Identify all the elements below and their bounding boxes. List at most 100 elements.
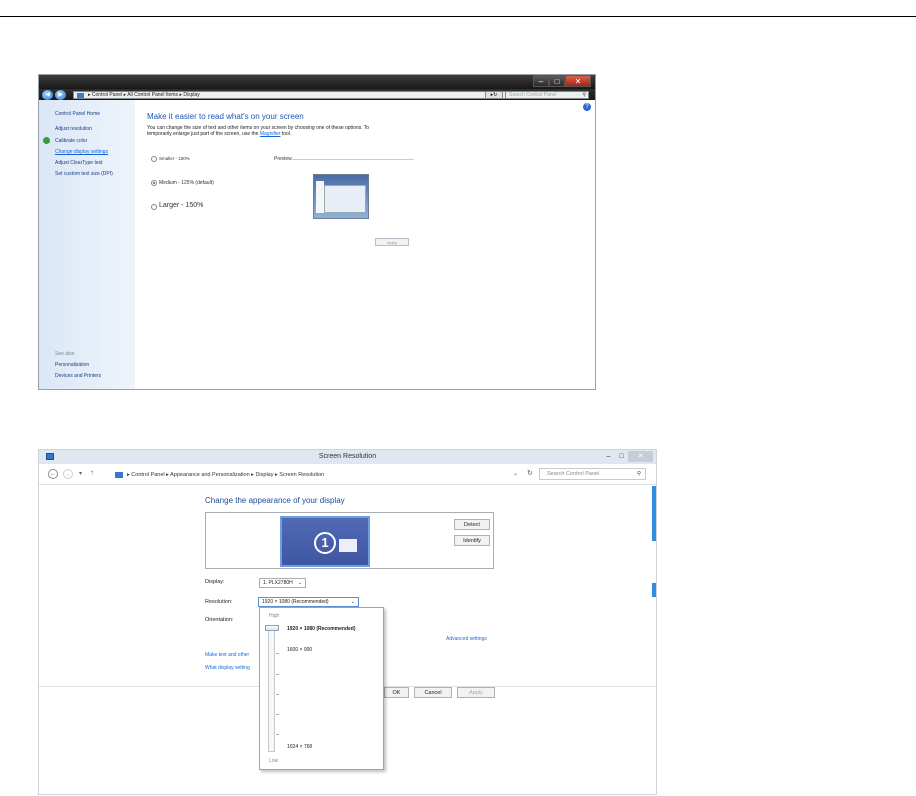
description-text-end: tool. (280, 131, 292, 137)
search-placeholder: Search Control Panel (547, 471, 600, 477)
window-controls: – □ ✕ (602, 450, 653, 462)
apply-button[interactable]: Apply (457, 687, 495, 698)
up-arrow-icon[interactable]: ↑ (90, 468, 94, 477)
sidebar-item-custom-text-size[interactable]: Set custom text size (DPI) (55, 171, 113, 177)
refresh-icon[interactable]: ↻ (527, 469, 533, 477)
main-content: ? Make it easier to read what's on your … (135, 100, 595, 389)
display-value: 1. PLX2780H (263, 580, 293, 586)
minimize-button[interactable]: – (533, 75, 549, 87)
right-edge-highlight (652, 486, 656, 541)
magnifier-link[interactable]: Magnifier (260, 131, 281, 137)
address-bar[interactable]: ▸ Control Panel ▸ All Control Panel Item… (73, 91, 521, 99)
advanced-settings-link[interactable]: Advanced settings (446, 636, 487, 642)
resolution-label: Resolution: (205, 599, 233, 605)
breadcrumb[interactable]: ▸ Control Panel ▸ Appearance and Persona… (115, 470, 524, 480)
forward-arrow-icon[interactable]: ▶ (55, 90, 66, 100)
monitor-arrangement-box: 1 Detect Identify (205, 512, 494, 569)
back-arrow-icon[interactable]: ◀ (42, 90, 53, 100)
preview-thumbnail (313, 174, 369, 219)
display-window-win7: – □ ✕ ◀ ▶ ▸ Control Panel ▸ All Control … (38, 74, 596, 390)
sidebar-item-change-display-settings[interactable]: Change display settings (55, 149, 108, 155)
slider-tick (276, 714, 279, 715)
sidebar-item-calibrate-color[interactable]: Calibrate color (55, 138, 87, 144)
window-title: Screen Resolution (318, 453, 377, 460)
resolution-slider-thumb[interactable] (265, 625, 279, 631)
resolution-option[interactable]: 1024 × 768 (287, 744, 312, 750)
apply-button[interactable]: Apply (375, 238, 409, 246)
sidebar-item-devices-printers[interactable]: Devices and Printers (55, 373, 101, 379)
low-label: Low (269, 758, 279, 764)
resolution-option[interactable]: 1600 × 900 (287, 647, 312, 653)
forward-arrow-icon[interactable]: → (63, 469, 73, 479)
address-dropdown-icon[interactable]: ⌄ (513, 470, 518, 477)
search-icon: ⚲ (582, 92, 586, 98)
search-placeholder: Search Control Panel (509, 92, 557, 98)
resolution-select[interactable]: 1920 × 1080 (Recommended) ⌄ (258, 597, 359, 607)
option-medium-label[interactable]: Medium - 125% (default) (159, 180, 214, 186)
preview-divider (292, 159, 414, 160)
description-text: temporarily enlarge just part of the scr… (147, 131, 260, 137)
maximize-button[interactable]: □ (549, 75, 565, 87)
high-label: High (269, 613, 280, 619)
option-smaller-label[interactable]: Smaller - 100% (159, 156, 190, 161)
orientation-label: Orientation: (205, 617, 234, 623)
resolution-slider-track[interactable] (268, 627, 275, 752)
display-label: Display: (205, 579, 225, 585)
see-also-heading: See also (55, 351, 75, 357)
radio-smaller[interactable] (151, 156, 157, 162)
navigation-bar: ← → ▾ ↑ ▸ Control Panel ▸ Appearance and… (39, 464, 656, 485)
recent-pages-chevron-icon[interactable]: ▾ (79, 470, 82, 477)
page-description: You can change the size of text and othe… (147, 125, 369, 137)
resolution-option[interactable]: 1920 × 1080 (Recommended) (287, 626, 356, 632)
shield-icon (43, 137, 50, 144)
page-title: Make it easier to read what's on your sc… (147, 112, 304, 121)
right-edge-highlight (652, 583, 656, 597)
title-bar: Screen Resolution – □ ✕ (39, 450, 656, 464)
slider-tick (276, 694, 279, 695)
page-title: Change the appearance of your display (205, 496, 345, 505)
display-select[interactable]: 1. PLX2780H ⌄ (259, 578, 306, 588)
start-tiles-icon (339, 539, 357, 552)
ok-button[interactable]: OK (384, 687, 409, 698)
resolution-value: 1920 × 1080 (Recommended) (262, 599, 329, 605)
preview-label: Preview (274, 156, 292, 162)
resolution-dropdown: High 1920 × 1080 (Recommended) 1600 × 90… (259, 607, 384, 770)
control-panel-icon (77, 93, 84, 98)
display-settings-link[interactable]: What display setting (205, 665, 250, 671)
detect-button[interactable]: Detect (454, 519, 490, 530)
address-text: ▸ Control Panel ▸ All Control Panel Item… (88, 92, 200, 98)
identify-button[interactable]: Identify (454, 535, 490, 546)
help-icon[interactable]: ? (583, 103, 591, 111)
sidebar-item-home[interactable]: Control Panel Home (55, 111, 100, 117)
close-button[interactable]: ✕ (565, 75, 591, 87)
slider-tick (276, 653, 279, 654)
page-top-rule (0, 16, 916, 17)
chevron-down-icon: ⌄ (297, 580, 302, 586)
radio-medium[interactable] (151, 180, 157, 186)
option-larger-label[interactable]: Larger - 150% (159, 202, 203, 209)
monitor-number-badge: 1 (314, 532, 336, 554)
maximize-button[interactable]: □ (615, 453, 628, 460)
monitor-1-tile[interactable]: 1 (280, 516, 370, 567)
search-input[interactable]: Search Control Panel ⚲ (505, 91, 589, 99)
screen-resolution-window: Screen Resolution – □ ✕ ← → ▾ ↑ ▸ Contro… (38, 449, 657, 795)
navigation-bar: ◀ ▶ ▸ Control Panel ▸ All Control Panel … (39, 89, 595, 100)
cancel-button[interactable]: Cancel (414, 687, 452, 698)
breadcrumb-text: ▸ Control Panel ▸ Appearance and Persona… (127, 472, 325, 478)
sidebar-item-adjust-resolution[interactable]: Adjust resolution (55, 126, 92, 132)
slider-tick (276, 674, 279, 675)
refresh-icon[interactable]: ▸↻ (485, 91, 503, 99)
radio-larger[interactable] (151, 204, 157, 210)
search-input[interactable]: Search Control Panel ⚲ (539, 468, 646, 480)
back-arrow-icon[interactable]: ← (48, 469, 58, 479)
close-button[interactable]: ✕ (628, 450, 653, 462)
sidebar-item-cleartype[interactable]: Adjust ClearType text (55, 160, 103, 166)
minimize-button[interactable]: – (602, 453, 615, 460)
search-icon: ⚲ (636, 471, 641, 477)
text-size-link[interactable]: Make text and other (205, 652, 249, 658)
slider-tick (276, 734, 279, 735)
description-line-2: temporarily enlarge just part of the scr… (147, 131, 369, 137)
sidebar: Control Panel Home Adjust resolution Cal… (39, 100, 135, 389)
preview-window (324, 185, 366, 213)
sidebar-item-personalization[interactable]: Personalization (55, 362, 89, 368)
